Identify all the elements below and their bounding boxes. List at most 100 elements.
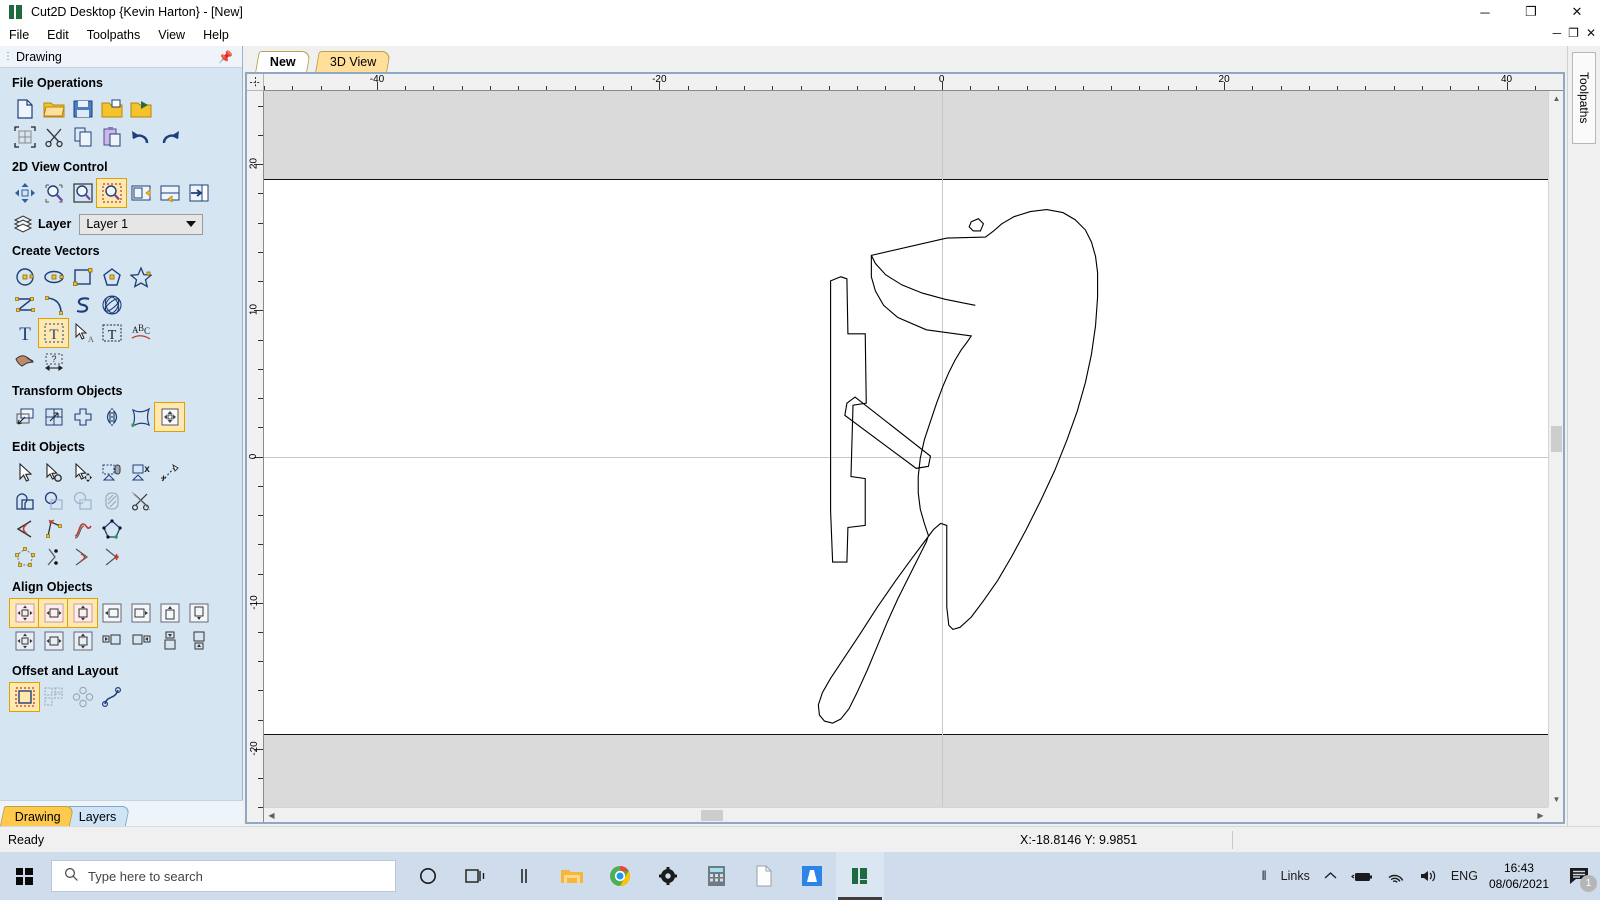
task-view-icon[interactable] [452,852,500,900]
zoom-box-button[interactable] [97,179,126,207]
align-outside-left-button[interactable] [97,627,126,655]
open-vector-end-button[interactable] [68,543,97,571]
node-edit-button[interactable] [39,459,68,487]
language-indicator[interactable]: ENG [1444,869,1485,883]
toolpaths-tab[interactable]: Toolpaths [1572,52,1596,144]
ungroup-objects-button[interactable]: x [126,459,155,487]
google-chrome-icon[interactable] [596,852,644,900]
measure-tool-button[interactable] [155,459,184,487]
offset-vectors-button[interactable] [10,683,39,711]
rotate-objects-button[interactable] [68,403,97,431]
nesting-button[interactable] [39,683,68,711]
align-above-button[interactable] [155,627,184,655]
taskbar-search-input[interactable]: Type here to search [51,860,396,892]
battery-icon[interactable] [1344,870,1380,883]
move-objects-button[interactable] [10,403,39,431]
draw-ellipse-button[interactable] [39,263,68,291]
mdi-restore-button[interactable]: ❐ [1568,26,1579,40]
maximize-button[interactable]: ❐ [1508,0,1554,24]
ruler-origin-icon[interactable] [247,74,264,91]
settings-gear-icon[interactable] [644,852,692,900]
weld-vectors-button[interactable] [10,487,39,515]
save-file-button[interactable] [68,95,97,123]
align-top-button[interactable] [155,599,184,627]
import-bitmap-button[interactable] [126,95,155,123]
tab-new[interactable]: New [255,51,310,72]
draw-arc-button[interactable] [39,291,68,319]
text-on-curve-button[interactable]: ABC [126,319,155,347]
layer-select[interactable]: Layer 1 [79,214,203,235]
zoom-interactive-button[interactable] [39,179,68,207]
horizontal-ruler[interactable]: -40-2002040 [264,74,1563,91]
copy-along-curve-button[interactable] [97,683,126,711]
align-outside-right-button[interactable] [126,627,155,655]
mdi-close-button[interactable]: ✕ [1586,26,1596,40]
cortana-icon[interactable] [404,852,452,900]
align-right-button[interactable] [126,599,155,627]
action-center-icon[interactable]: 1 [1558,852,1600,900]
drawing-canvas[interactable] [264,91,1548,807]
mdi-minimize-button[interactable]: ─ [1553,26,1562,40]
align-objects-transform-button[interactable] [155,403,184,431]
scroll-down-arrow[interactable]: ▼ [1549,792,1564,807]
intersect-vectors-button[interactable] [68,487,97,515]
woodpecker-vector-outline[interactable] [264,91,1548,807]
trim-vectors-button[interactable] [126,487,155,515]
array-copy-button[interactable] [68,683,97,711]
fillet-corner-button[interactable] [10,515,39,543]
scroll-up-arrow[interactable]: ▲ [1549,91,1564,106]
toggle-panel-button[interactable] [184,179,213,207]
join-vectors-button[interactable] [97,515,126,543]
align-center-both-button[interactable] [10,599,39,627]
zoom-extents-button[interactable] [68,179,97,207]
close-button[interactable]: ✕ [1554,0,1600,24]
draw-text-button[interactable]: T [10,319,39,347]
trace-bitmap-button[interactable] [10,347,39,375]
center-in-material-v-button[interactable] [68,627,97,655]
center-in-material-both-button[interactable] [10,627,39,655]
select-tool-button[interactable] [10,459,39,487]
transform-pointer-button[interactable] [68,459,97,487]
undo-button[interactable] [126,123,155,151]
align-left-button[interactable] [97,599,126,627]
text-block-button[interactable]: T [97,319,126,347]
new-file-button[interactable] [10,95,39,123]
draw-rectangle-button[interactable] [68,263,97,291]
draw-circle-button[interactable] [10,263,39,291]
paste-button[interactable] [97,123,126,151]
menu-file[interactable]: File [0,26,38,44]
zoom-selected-button[interactable] [126,179,155,207]
wifi-icon[interactable] [1380,869,1412,883]
draw-spiral-button[interactable] [97,291,126,319]
widgets-icon[interactable] [500,852,548,900]
taskbar-clock[interactable]: 16:43 08/06/2021 [1485,860,1558,892]
cut2d-taskbar-icon[interactable] [836,852,884,900]
draw-polygon-button[interactable] [97,263,126,291]
tab-layers[interactable]: Layers [64,806,130,826]
file-explorer-icon[interactable] [548,852,596,900]
mirror-objects-button[interactable] [97,403,126,431]
blue-app-icon[interactable] [788,852,836,900]
canvas-horizontal-scrollbar[interactable]: ◀ ▶ [264,807,1548,822]
calculator-icon[interactable] [692,852,740,900]
job-setup-button[interactable] [10,123,39,151]
reverse-direction-button[interactable] [97,543,126,571]
vertical-scroll-thumb[interactable] [1551,426,1562,452]
scroll-left-arrow[interactable]: ◀ [264,808,279,823]
distort-objects-button[interactable] [126,403,155,431]
align-bottom-button[interactable] [184,599,213,627]
align-center-horizontal-button[interactable] [39,599,68,627]
fill-hatch-button[interactable] [97,487,126,515]
align-below-button[interactable] [184,627,213,655]
scale-objects-button[interactable] [39,403,68,431]
draw-polyline-button[interactable] [10,291,39,319]
redo-button[interactable] [155,123,184,151]
vertical-ruler[interactable]: 20100-10-20 [247,91,264,822]
scroll-right-arrow[interactable]: ▶ [1533,808,1548,823]
menu-help[interactable]: Help [194,26,238,44]
select-text-button[interactable]: AB [68,319,97,347]
node-edit-vectors-button[interactable] [39,515,68,543]
windows-start-icon[interactable] [0,852,48,900]
menu-view[interactable]: View [149,26,194,44]
notepad-icon[interactable] [740,852,788,900]
